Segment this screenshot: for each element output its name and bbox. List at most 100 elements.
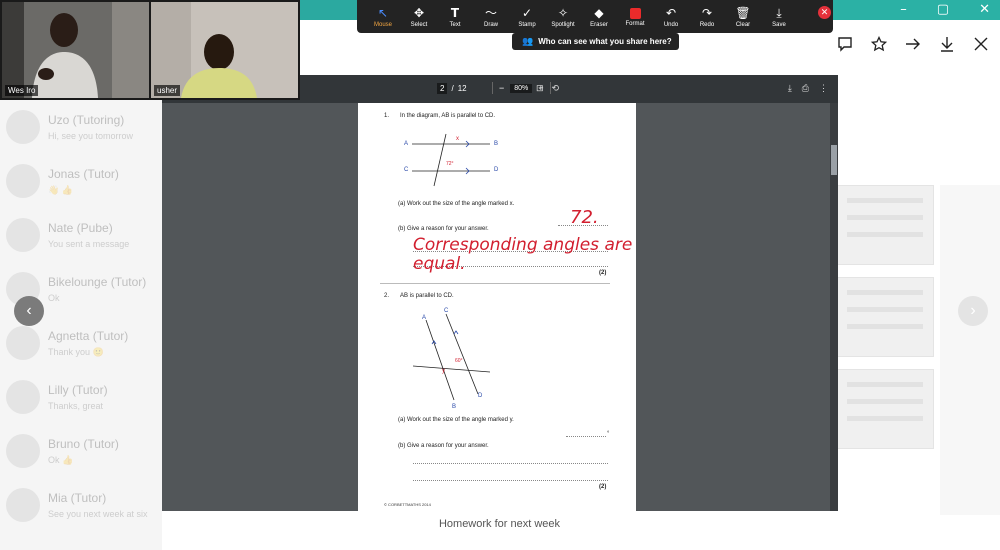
download-icon[interactable]: ⤓ xyxy=(788,83,792,94)
parallel-lines-diagram xyxy=(412,133,490,187)
background-panel xyxy=(940,185,1000,515)
point-b: B xyxy=(494,141,499,147)
forward-icon[interactable] xyxy=(904,33,922,55)
tool-label: Mouse xyxy=(373,21,392,28)
chat-item[interactable]: Lilly (Tutor) Thanks, great xyxy=(0,370,162,424)
browser-actions xyxy=(836,33,990,55)
more-options-icon[interactable]: ⋮ xyxy=(819,83,828,94)
stop-annotation-close-icon[interactable]: ✕ xyxy=(818,6,831,19)
tool-spotlight[interactable]: ✧ Spotlight xyxy=(545,6,581,28)
chat-name: Lilly (Tutor) xyxy=(48,383,108,397)
people-icon: 👥 xyxy=(522,36,534,47)
question-number: 1. xyxy=(384,113,390,119)
star-icon[interactable] xyxy=(870,33,888,55)
point-d: D xyxy=(478,393,483,399)
tool-label: Undo xyxy=(663,21,679,28)
zoom-out-button[interactable]: − xyxy=(499,83,504,93)
scrollbar-thumb[interactable] xyxy=(831,145,837,175)
background-card xyxy=(836,369,934,449)
close-icon[interactable] xyxy=(972,33,990,55)
video-panel: Wes Iro usher xyxy=(0,0,300,100)
participant-video[interactable]: Wes Iro xyxy=(2,2,149,98)
page-separator: / xyxy=(451,84,454,93)
participant-name: usher xyxy=(154,85,181,96)
chat-name: Agnetta (Tutor) xyxy=(48,328,129,343)
degree-unit: ° xyxy=(607,431,610,437)
avatar xyxy=(6,110,40,144)
avatar xyxy=(6,326,40,360)
close-window-button[interactable]: ✕ xyxy=(979,2,990,17)
chat-preview: Thanks, great xyxy=(48,401,104,411)
tool-text[interactable]: T Text xyxy=(437,6,473,28)
tool-redo[interactable]: ↷ Redo xyxy=(689,6,725,28)
print-icon[interactable]: ⎙ xyxy=(802,83,809,94)
tool-label: Text xyxy=(449,21,461,28)
tool-label: Stamp xyxy=(518,21,536,28)
chat-name: Jonas (Tutor) xyxy=(48,166,119,181)
page-total: 12 xyxy=(457,84,467,93)
tool-format[interactable]: Format xyxy=(617,6,653,27)
rotate-icon[interactable]: ⟲ xyxy=(552,83,560,94)
tool-label: Save xyxy=(772,21,786,28)
handwritten-reason-line-1: Corresponding angles are xyxy=(413,235,633,255)
participant-video-feed xyxy=(151,2,298,98)
chat-preview: See you next week at six xyxy=(48,509,148,519)
tool-stamp[interactable]: ✓ Stamp xyxy=(509,6,545,28)
point-c: C xyxy=(444,308,449,314)
format-color-icon xyxy=(629,8,641,19)
chat-name: Uzo (Tutoring) xyxy=(48,113,125,127)
tool-draw[interactable]: 〜 Draw xyxy=(473,6,509,28)
question-number: 2. xyxy=(384,293,390,299)
chat-item[interactable]: Nate (Pube) You sent a message xyxy=(0,208,162,262)
draw-icon: 〜 xyxy=(484,5,497,20)
tool-label: Format xyxy=(625,21,645,27)
participant-video[interactable]: usher xyxy=(151,2,298,98)
maximize-button[interactable]: ▢ xyxy=(937,2,949,17)
zoom-level[interactable]: 80% xyxy=(510,83,533,93)
marks-label: (2) xyxy=(599,270,607,276)
marks-label: (2) xyxy=(599,484,607,490)
point-a: A xyxy=(404,141,409,147)
tool-undo[interactable]: ↶ Undo xyxy=(653,6,689,28)
tool-mouse[interactable]: ↖ Mouse xyxy=(365,6,401,28)
avatar xyxy=(6,218,40,252)
download-icon[interactable] xyxy=(938,33,956,55)
text-icon: T xyxy=(450,5,460,20)
page-number-input[interactable]: 2 xyxy=(437,83,448,94)
pdf-viewer: 2 / 12 − 80% + ⊡ ⟲ ⤓ ⎙ ⋮ 1. In the diagr… xyxy=(162,75,838,511)
chat-icon[interactable] xyxy=(836,33,854,55)
chat-item[interactable]: Jonas (Tutor) 👋 👍 xyxy=(0,154,162,208)
avatar xyxy=(6,164,40,198)
spotlight-icon: ✧ xyxy=(557,5,569,20)
tool-eraser[interactable]: ◆ Eraser xyxy=(581,6,617,28)
tool-clear[interactable]: 🗑 Clear xyxy=(725,6,761,28)
angle-x-label: x xyxy=(456,136,459,142)
chat-item[interactable]: Mia (Tutor) See you next week at six xyxy=(0,478,162,532)
fit-page-icon[interactable]: ⊡ xyxy=(536,83,544,94)
question-text: In the diagram, AB is parallel to CD. xyxy=(400,113,496,119)
pdf-view-tools: ⊡ ⟲ xyxy=(536,83,559,94)
annotation-toolbar: ↖ Mouse ✥ Select T Text 〜 Draw ✓ Stamp ✧ Spotl… xyxy=(357,0,833,33)
previous-arrow-icon[interactable]: ‹ xyxy=(14,296,44,326)
chat-preview: Ok xyxy=(48,293,60,303)
background-cards xyxy=(836,185,934,515)
trash-icon: 🗑 xyxy=(735,5,751,20)
tool-select[interactable]: ✥ Select xyxy=(401,6,437,28)
point-d: D xyxy=(494,167,499,173)
avatar xyxy=(6,380,40,414)
share-visibility-notice[interactable]: 👥 Who can see what you share here? xyxy=(512,33,679,50)
redo-icon: ↷ xyxy=(701,5,713,20)
minimize-button[interactable]: – xyxy=(900,2,907,17)
participant-name: Wes Iro xyxy=(5,85,39,96)
save-icon: ⤓ xyxy=(776,5,782,20)
point-a: A xyxy=(422,315,427,321)
chat-item[interactable]: Bruno (Tutor) Ok 👍 xyxy=(0,424,162,478)
window-controls: – ▢ ✕ xyxy=(900,2,990,17)
chat-item[interactable]: Uzo (Tutoring) Hi, see you tomorrow xyxy=(0,100,162,154)
tool-save[interactable]: ⤓ Save xyxy=(761,6,797,28)
question-part-a: (a) Work out the size of the angle marke… xyxy=(398,201,515,207)
chat-name: Mia (Tutor) xyxy=(48,491,107,505)
angle-72-label: 72° xyxy=(446,161,454,167)
handwritten-reason-line-2: equal. xyxy=(413,254,466,274)
next-arrow-icon[interactable]: › xyxy=(958,296,988,326)
